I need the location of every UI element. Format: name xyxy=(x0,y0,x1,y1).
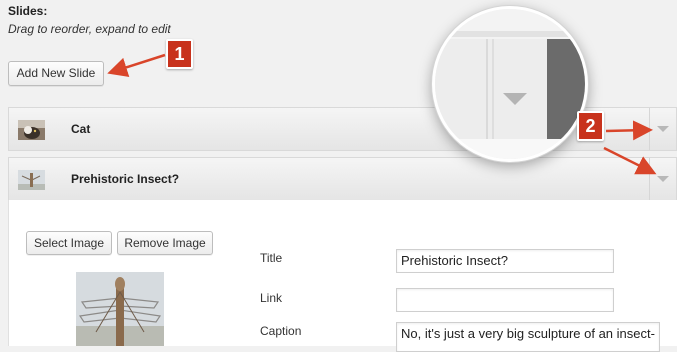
slide-image-preview xyxy=(76,272,164,346)
title-label: Title xyxy=(260,251,283,265)
slides-heading: Slides: xyxy=(8,4,48,18)
expand-toggle[interactable] xyxy=(649,158,676,200)
select-image-button[interactable]: Select Image xyxy=(26,231,112,255)
remove-image-button[interactable]: Remove Image xyxy=(117,231,213,255)
title-input[interactable]: Prehistoric Insect? xyxy=(396,249,614,273)
expand-toggle[interactable] xyxy=(649,108,676,150)
callout-badge-1: 1 xyxy=(166,39,193,69)
caption-input[interactable]: No, it's just a very big sculpture of an… xyxy=(396,322,660,352)
arrow-to-add-button xyxy=(107,53,166,77)
link-input[interactable] xyxy=(396,288,614,312)
insect-thumbnail-icon xyxy=(18,170,45,190)
caption-label: Caption xyxy=(260,324,302,338)
chevron-down-icon xyxy=(657,176,669,182)
magnifier-lens xyxy=(432,6,588,162)
slide-row-insect[interactable]: Prehistoric Insect? xyxy=(8,157,677,201)
chevron-down-icon xyxy=(657,126,669,132)
slide-title: Cat xyxy=(71,122,91,136)
link-label: Link xyxy=(260,291,283,305)
slide-title: Prehistoric Insect? xyxy=(71,172,180,186)
add-new-slide-button[interactable]: Add New Slide xyxy=(8,61,104,86)
callout-badge-2: 2 xyxy=(577,111,604,141)
slides-hint: Drag to reorder, expand to edit xyxy=(8,22,171,36)
cat-thumbnail-icon xyxy=(18,120,45,140)
magnified-toggle-view xyxy=(435,9,585,159)
